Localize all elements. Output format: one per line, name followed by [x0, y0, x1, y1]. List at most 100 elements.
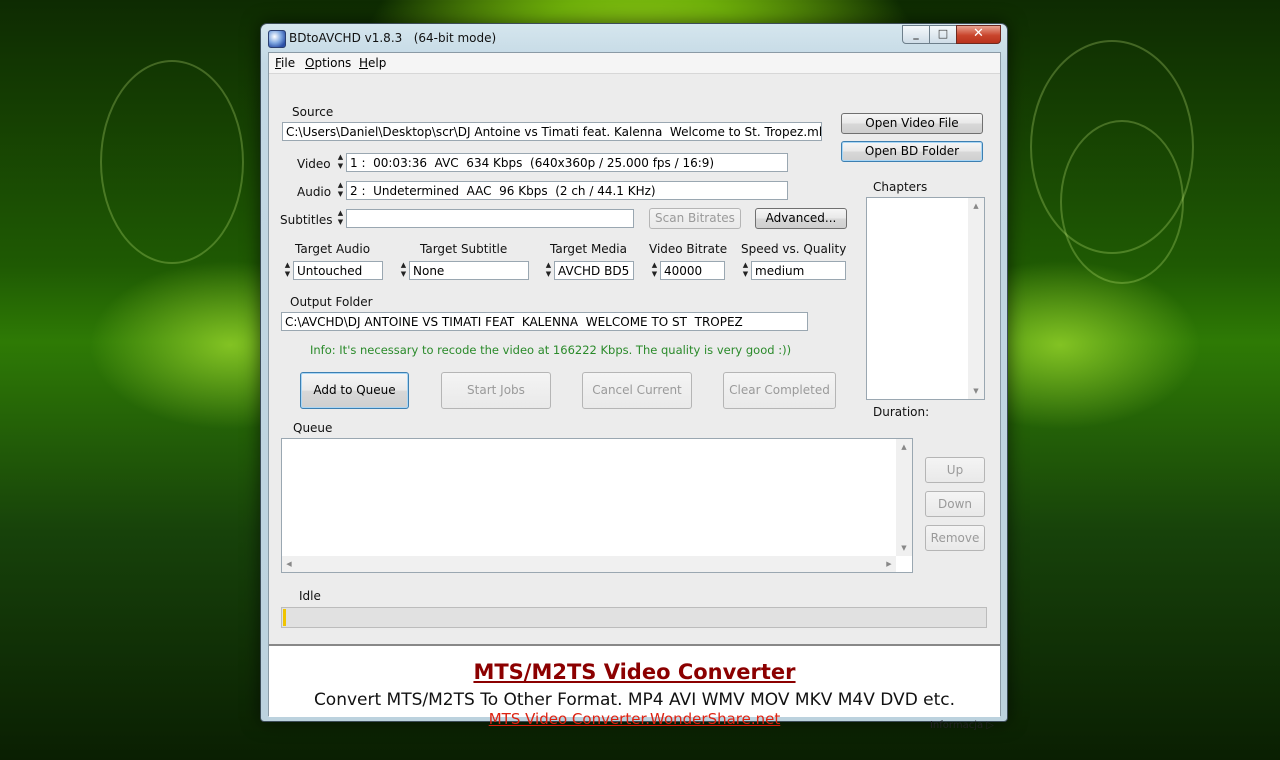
video-bitrate-field[interactable]: 40000 — [660, 261, 725, 280]
clear-completed-button[interactable]: Clear Completed — [723, 372, 836, 409]
audio-label: Audio — [297, 185, 332, 199]
ad-url-link[interactable]: MTS Video Converter.WonderShare.net — [269, 710, 1000, 728]
spin-down-icon: ▼ — [284, 270, 291, 278]
close-button[interactable]: ✕ — [956, 25, 1001, 44]
maximize-icon: □ — [937, 27, 949, 40]
queue-horizontal-scrollbar[interactable]: ◀ ▶ — [282, 556, 896, 572]
open-video-file-button[interactable]: Open Video File — [841, 113, 983, 134]
queue-vertical-scrollbar[interactable]: ▲ ▼ — [896, 439, 912, 556]
cancel-current-button[interactable]: Cancel Current — [582, 372, 692, 409]
queue-label: Queue — [293, 421, 333, 435]
chapters-label: Chapters — [873, 180, 928, 194]
add-to-queue-button[interactable]: Add to Queue — [300, 372, 409, 409]
subtitles-field[interactable] — [346, 209, 634, 228]
maximize-button[interactable]: □ — [929, 25, 957, 44]
ad-banner[interactable]: MTS/M2TS Video Converter Convert MTS/M2T… — [269, 644, 1000, 731]
spin-up-icon: ▲ — [284, 261, 291, 269]
scroll-up-icon[interactable]: ▲ — [896, 443, 912, 451]
menu-help[interactable]: Help — [359, 56, 386, 70]
source-label: Source — [292, 105, 334, 119]
menu-options[interactable]: Options — [305, 56, 351, 70]
ad-description: Convert MTS/M2TS To Other Format. MP4 AV… — [313, 690, 956, 710]
title-bar[interactable]: BDtoAVCHD v1.8.3 (64-bit mode) _ □ ✕ — [261, 24, 1007, 52]
audio-stream-field[interactable]: 2 : Undetermined AAC 96 Kbps (2 ch / 44.… — [346, 181, 788, 200]
target-subtitle-spinner[interactable]: ▲ ▼ — [399, 261, 408, 280]
audio-stream-spinner[interactable]: ▲ ▼ — [336, 181, 345, 200]
minimize-button[interactable]: _ — [902, 25, 930, 44]
menu-file[interactable]: File — [275, 56, 295, 70]
spin-up-icon: ▲ — [337, 181, 344, 189]
target-media-field[interactable]: AVCHD BD5 — [554, 261, 634, 280]
queue-list[interactable]: ▲ ▼ ◀ ▶ — [281, 438, 913, 573]
speed-quality-label: Speed vs. Quality — [741, 242, 847, 256]
video-stream-field[interactable]: 1 : 00:03:36 AVC 634 Kbps (640x360p / 25… — [346, 153, 788, 172]
spin-down-icon: ▼ — [337, 162, 344, 170]
subtitles-spinner[interactable]: ▲ ▼ — [336, 209, 345, 228]
menu-help-rest: elp — [368, 56, 387, 70]
spin-up-icon: ▲ — [545, 261, 552, 269]
info-message: Info: It's necessary to recode the video… — [310, 343, 792, 357]
target-audio-label: Target Audio — [295, 242, 371, 256]
window-title: BDtoAVCHD v1.8.3 (64-bit mode) — [289, 31, 497, 45]
output-folder-label: Output Folder — [290, 295, 373, 309]
progress-bar — [281, 607, 987, 628]
spin-down-icon: ▼ — [545, 270, 552, 278]
close-icon: ✕ — [973, 26, 984, 41]
app-window: BDtoAVCHD v1.8.3 (64-bit mode) _ □ ✕ Fil… — [260, 23, 1008, 731]
target-subtitle-field[interactable]: None — [409, 261, 529, 280]
target-subtitle-label: Target Subtitle — [420, 242, 508, 256]
scroll-down-icon[interactable]: ▼ — [968, 387, 984, 395]
chapters-scrollbar[interactable]: ▲ ▼ — [968, 198, 984, 399]
target-audio-field[interactable]: Untouched — [293, 261, 383, 280]
spin-down-icon: ▼ — [337, 218, 344, 226]
spin-up-icon: ▲ — [400, 261, 407, 269]
menu-file-rest: ile — [281, 56, 296, 70]
source-path-field[interactable]: C:\Users\Daniel\Desktop\scr\DJ Antoine v… — [282, 122, 822, 141]
speed-quality-spinner[interactable]: ▲ ▼ — [741, 261, 750, 280]
background-swirl — [100, 60, 244, 264]
scroll-down-icon[interactable]: ▼ — [896, 544, 912, 552]
down-button[interactable]: Down — [925, 491, 985, 517]
video-bitrate-label: Video Bitrate — [649, 242, 728, 256]
status-text: Idle — [299, 589, 321, 603]
duration-label: Duration: — [873, 405, 930, 419]
video-stream-spinner[interactable]: ▲ ▼ — [336, 153, 345, 172]
background-swirl — [1060, 120, 1184, 284]
spin-down-icon: ▼ — [400, 270, 407, 278]
scroll-right-icon[interactable]: ▶ — [884, 560, 894, 568]
client-area: File Options Help Source C:\Users\Daniel… — [268, 52, 1001, 731]
chapters-list[interactable]: ▲ ▼ — [866, 197, 985, 400]
advanced-button[interactable]: Advanced... — [755, 208, 847, 229]
spin-down-icon: ▼ — [337, 190, 344, 198]
spin-down-icon: ▼ — [651, 270, 658, 278]
scroll-up-icon[interactable]: ▲ — [968, 202, 984, 210]
scroll-left-icon[interactable]: ◀ — [284, 560, 294, 568]
menu-help-key: H — [359, 56, 369, 70]
up-button[interactable]: Up — [925, 457, 985, 483]
speed-quality-field[interactable]: medium — [751, 261, 846, 280]
start-jobs-button[interactable]: Start Jobs — [441, 372, 551, 409]
spin-up-icon: ▲ — [337, 153, 344, 161]
target-audio-spinner[interactable]: ▲ ▼ — [283, 261, 292, 280]
spin-up-icon: ▲ — [742, 261, 749, 269]
play-triangle-icon: ▷ — [986, 720, 994, 731]
spin-down-icon: ▼ — [742, 270, 749, 278]
menu-bar: File Options Help — [269, 53, 1000, 74]
video-label: Video — [297, 157, 331, 171]
target-media-label: Target Media — [550, 242, 627, 256]
app-icon[interactable] — [268, 30, 286, 48]
minimize-icon: _ — [913, 27, 919, 40]
target-media-spinner[interactable]: ▲ ▼ — [544, 261, 553, 280]
remove-button[interactable]: Remove — [925, 525, 985, 551]
spin-up-icon: ▲ — [651, 261, 658, 269]
video-bitrate-spinner[interactable]: ▲ ▼ — [650, 261, 659, 280]
ad-title-link[interactable]: MTS/M2TS Video Converter — [269, 660, 1000, 684]
output-folder-field[interactable]: C:\AVCHD\DJ ANTOINE VS TIMATI FEAT KALEN… — [281, 312, 808, 331]
scan-bitrates-button[interactable]: Scan Bitrates — [649, 208, 741, 229]
ad-info-link[interactable]: Informacja ▷ — [930, 720, 994, 731]
open-bd-folder-button[interactable]: Open BD Folder — [841, 141, 983, 162]
ad-info-label: Informacja — [929, 720, 984, 731]
subtitles-label: Subtitles — [280, 213, 333, 227]
progress-fill — [283, 609, 286, 626]
menu-options-rest: ptions — [314, 56, 352, 70]
